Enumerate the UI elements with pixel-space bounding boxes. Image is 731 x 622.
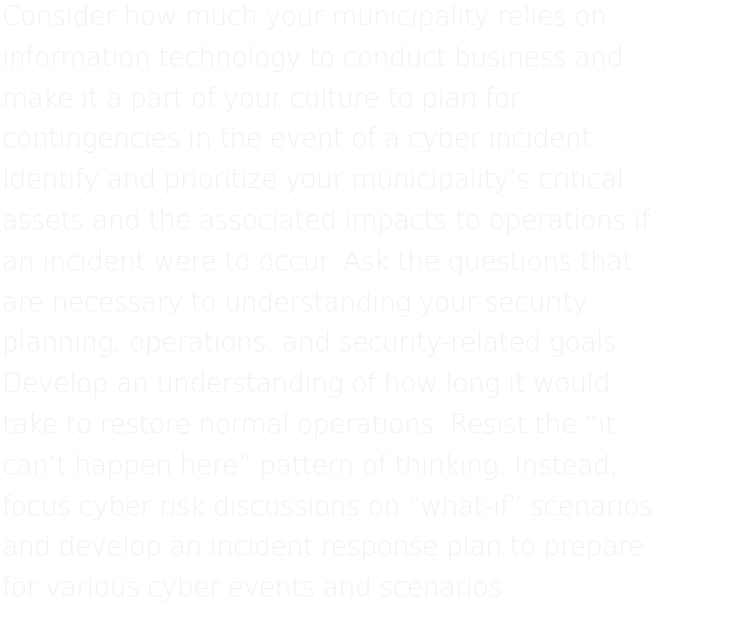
body-paragraph: Consider how much your municipality reli… (2, 1, 653, 604)
page: Consider how much your municipality reli… (0, 0, 731, 622)
